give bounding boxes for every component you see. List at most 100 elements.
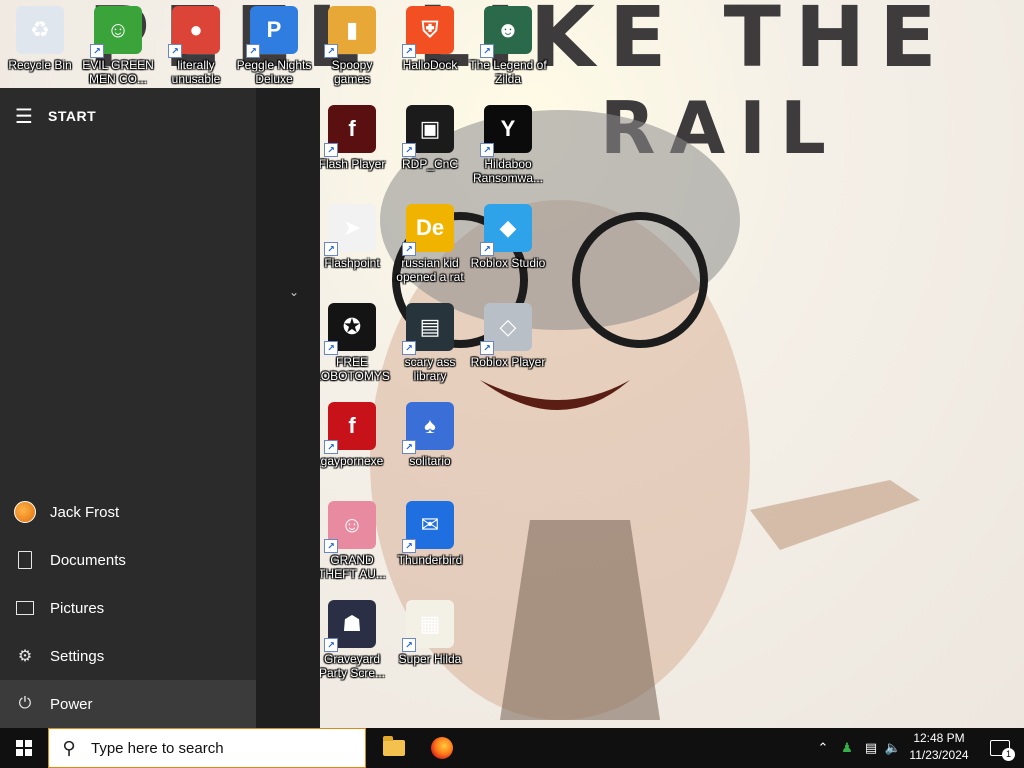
desktop-icon-label: HalloDock xyxy=(402,58,458,72)
desktop-icon[interactable]: ✉ ↗ Thunderbird xyxy=(390,495,470,567)
windows-logo-icon xyxy=(16,740,32,756)
notification-icon: 1 xyxy=(990,740,1015,761)
desktop-icon[interactable]: ☻ ↗ The Legend of Zilda xyxy=(468,0,548,86)
desktop-icon-label: literally unusable xyxy=(171,58,221,86)
shortcut-arrow-icon: ↗ xyxy=(402,143,416,157)
action-center-button[interactable]: 1 xyxy=(976,728,1024,768)
desktop-icon[interactable]: ◆ ↗ Roblox Studio xyxy=(468,198,548,270)
notification-count: 1 xyxy=(1002,748,1015,761)
desktop-icon[interactable]: ☺ ↗ EVIL GREEN MEN CO... xyxy=(78,0,158,86)
desktop-icon[interactable]: ☗ ↗ Graveyard Party Scre... xyxy=(312,594,392,680)
clock-date: 11/23/2024 xyxy=(909,748,969,762)
shortcut-arrow-icon: ↗ xyxy=(168,44,182,58)
anime-girl-icon: ☺ ↗ xyxy=(324,501,376,553)
start-button[interactable] xyxy=(0,728,48,768)
power-icon: ⏻ xyxy=(18,695,32,712)
desktop-icon-label: Thunderbird xyxy=(397,553,463,567)
shortcut-arrow-icon: ↗ xyxy=(402,539,416,553)
desktop-icon[interactable]: ▤ ↗ scary ass library xyxy=(390,297,470,383)
shortcut-arrow-icon: ↗ xyxy=(480,341,494,355)
clock-time: 12:48 PM xyxy=(913,731,965,745)
desktop-icon[interactable]: ⛨ ↗ HalloDock xyxy=(390,0,470,72)
chevron-down-icon[interactable]: ⌄ xyxy=(280,282,308,302)
desktop-icon-label: GRAND THEFT AU... xyxy=(318,553,386,581)
rdp-icon: ▣ ↗ xyxy=(402,105,454,157)
desktop-icon-label: solitario xyxy=(409,454,451,468)
zilda-icon: ☻ ↗ xyxy=(480,6,532,58)
desktop-icon[interactable]: ◇ ↗ Roblox Player xyxy=(468,297,548,369)
system-clock[interactable]: 12:48 PM 11/23/2024 xyxy=(906,730,972,766)
shortcut-arrow-icon: ↗ xyxy=(324,539,338,553)
windows-shield-icon: ⛨ ↗ xyxy=(402,6,454,58)
shortcut-arrow-icon: ↗ xyxy=(324,341,338,355)
start-item-label: Jack Frost xyxy=(50,503,120,521)
shortcut-arrow-icon: ↗ xyxy=(324,440,338,454)
desktop-icon-label: Recycle Bin xyxy=(8,58,72,72)
desktop-icon[interactable]: ♻ Recycle Bin xyxy=(0,0,80,72)
desktop-icon-label: Roblox Player xyxy=(470,355,546,369)
library-icon: ▤ ↗ xyxy=(402,303,454,355)
desktop-icon-label: Flashpoint xyxy=(324,256,380,270)
desktop-icon[interactable]: Y ↗ Hildaboo Ransomwa... xyxy=(468,99,548,185)
desktop-icon-label: The Legend of Zilda xyxy=(469,58,547,86)
start-item-pictures[interactable]: Pictures xyxy=(0,584,256,632)
desktop-icon[interactable]: De ↗ russian kid opened a rat xyxy=(390,198,470,284)
desktop-icon-label: Spoopy games xyxy=(331,58,373,86)
flash-red-icon: f ↗ xyxy=(324,402,376,454)
solitaire-icon: ♠ ↗ xyxy=(402,402,454,454)
desktop-icon[interactable]: ▦ ↗ Super Hilda xyxy=(390,594,470,666)
people-icon[interactable]: ♟ xyxy=(836,728,858,768)
shortcut-arrow-icon: ↗ xyxy=(480,143,494,157)
desktop-icon[interactable]: ♠ ↗ solitario xyxy=(390,396,470,468)
desktop-icon-label: EVIL GREEN MEN CO... xyxy=(82,58,154,86)
desktop-icon[interactable]: ▮ ↗ Spoopy games xyxy=(312,0,392,86)
desktop-icon-label: FREE LOBOTOMYS xyxy=(314,355,390,383)
desktop-icon[interactable]: f ↗ gaypornexe xyxy=(312,396,392,468)
desktop-icon[interactable]: ▣ ↗ RDP_CnC xyxy=(390,99,470,171)
start-item-user[interactable]: Jack Frost xyxy=(0,488,256,536)
hamburger-menu-icon[interactable]: ☰ xyxy=(0,88,48,144)
shortcut-arrow-icon: ↗ xyxy=(324,143,338,157)
desktop-icon-label: Flash Player xyxy=(318,157,386,171)
desktop-icon[interactable]: P ↗ Peggle Nights Deluxe xyxy=(234,0,314,86)
volume-icon[interactable]: 🔈 xyxy=(882,728,904,768)
taskbar-app-file-explorer[interactable] xyxy=(370,728,418,768)
start-item-power[interactable]: ⏻ Power xyxy=(0,680,256,728)
thunderbird-icon: ✉ ↗ xyxy=(402,501,454,553)
peggle-icon: P ↗ xyxy=(246,6,298,58)
start-menu-title: START xyxy=(48,108,97,124)
firefox-icon xyxy=(431,737,453,759)
taskbar-app-firefox[interactable] xyxy=(418,728,466,768)
desktop-icon-label: Super Hilda xyxy=(398,652,462,666)
chrome-icon: ● ↗ xyxy=(168,6,220,58)
green-men-icon: ☺ ↗ xyxy=(90,6,142,58)
shortcut-arrow-icon: ↗ xyxy=(402,341,416,355)
shortcut-arrow-icon: ↗ xyxy=(480,242,494,256)
gear-icon: ⚙ xyxy=(17,648,33,665)
flashpoint-icon: ➤ ↗ xyxy=(324,204,376,256)
desktop-icon[interactable]: ● ↗ literally unusable xyxy=(156,0,236,86)
start-item-label: Pictures xyxy=(50,599,105,617)
shortcut-arrow-icon: ↗ xyxy=(402,242,416,256)
recycle-bin-icon: ♻ xyxy=(16,6,64,54)
show-hidden-icons-chevron-icon[interactable]: ⌃ xyxy=(812,728,834,768)
desktop-icon-label: RDP_CnC xyxy=(401,157,458,171)
desktop-icon-label: Peggle Nights Deluxe xyxy=(236,58,312,86)
desktop-icon[interactable]: f ↗ Flash Player xyxy=(312,99,392,171)
document-icon xyxy=(0,536,50,584)
desktop-icon[interactable]: ✪ ↗ FREE LOBOTOMYS xyxy=(312,297,392,383)
network-icon[interactable]: ▤ xyxy=(860,728,882,768)
start-item-settings[interactable]: ⚙ Settings xyxy=(0,632,256,680)
desktop-icon[interactable]: ➤ ↗ Flashpoint xyxy=(312,198,392,270)
shortcut-arrow-icon: ↗ xyxy=(402,44,416,58)
taskbar-search-box[interactable]: ⚲ xyxy=(48,728,366,768)
desktop-icon[interactable]: ☺ ↗ GRAND THEFT AU... xyxy=(312,495,392,581)
search-input[interactable] xyxy=(89,738,353,758)
start-item-documents[interactable]: Documents xyxy=(0,536,256,584)
start-item-label: Documents xyxy=(50,551,126,569)
user-avatar-icon xyxy=(0,488,50,536)
flash-icon: f ↗ xyxy=(324,105,376,157)
file-explorer-icon xyxy=(383,736,405,756)
shortcut-arrow-icon: ↗ xyxy=(480,44,494,58)
de-icon: De ↗ xyxy=(402,204,454,256)
